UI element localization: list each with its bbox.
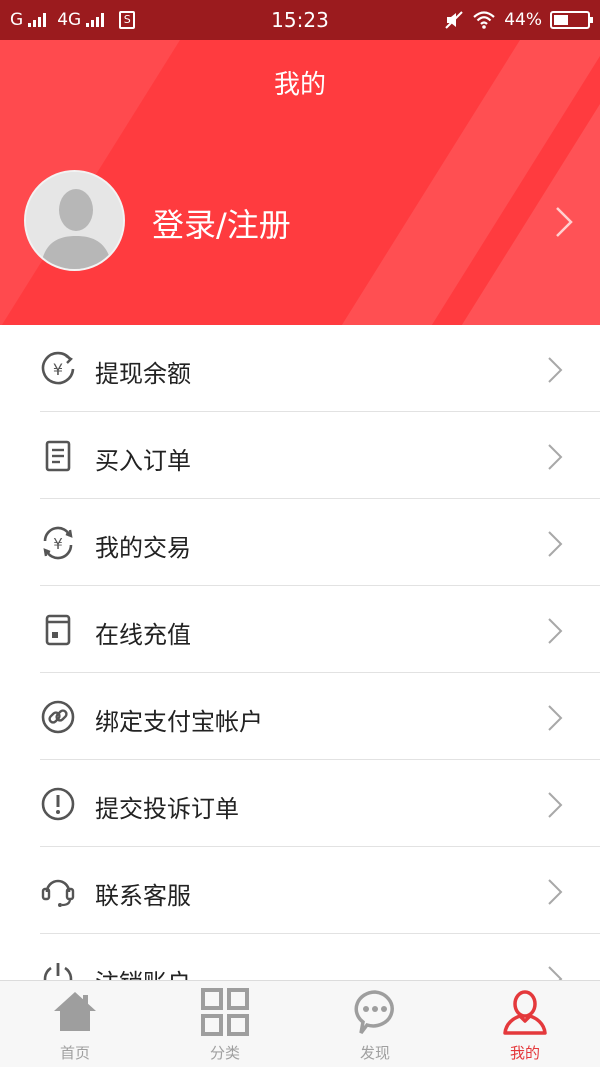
menu-item-label: 买入订单 <box>95 447 191 475</box>
menu-item-label: 绑定支付宝帐户 <box>95 708 263 736</box>
chevron-right-icon <box>548 357 563 383</box>
default-avatar-icon <box>26 172 123 269</box>
chat-bubble-icon <box>354 990 394 1035</box>
page-title: 我的 <box>273 70 326 100</box>
chevron-right-icon <box>548 531 563 557</box>
chevron-right-icon[interactable] <box>553 205 575 239</box>
tab-mine[interactable]: 我的 <box>450 981 600 1067</box>
profile-header: 我的 登录/注册 <box>0 40 600 325</box>
home-icon <box>54 992 96 1031</box>
menu-item-label: 联系客服 <box>95 882 191 910</box>
status-bar: G 4G S 15:23 44% <box>0 0 600 40</box>
chevron-right-icon <box>548 705 563 731</box>
tab-label: 首页 <box>59 1044 90 1062</box>
menu-item-label: 我的交易 <box>95 534 191 562</box>
withdraw-yuan-icon: ¥ <box>41 351 75 385</box>
menu-item-label: 在线充值 <box>95 621 191 649</box>
chevron-right-icon <box>548 618 563 644</box>
user-icon <box>503 990 547 1035</box>
menu-item-label: 提现余额 <box>95 360 191 388</box>
tab-label: 我的 <box>509 1044 540 1062</box>
headset-icon <box>41 879 75 907</box>
menu-item-my-trades[interactable]: ¥ 我的交易 <box>0 499 600 586</box>
bottom-tab-bar: 首页 分类 发现 我的 <box>0 980 600 1067</box>
grid-icon <box>201 988 249 1036</box>
menu-list: ¥ 提现余额 买入订单 ¥ 我的交易 在线充值 绑定支付宝帐户 提交投诉订单 联… <box>0 325 600 1021</box>
menu-item-contact-support[interactable]: 联系客服 <box>0 847 600 934</box>
battery-icon <box>550 11 593 29</box>
order-document-icon <box>45 440 71 472</box>
recharge-card-icon <box>45 614 71 646</box>
menu-item-buy-orders[interactable]: 买入订单 <box>0 412 600 499</box>
menu-item-bind-alipay[interactable]: 绑定支付宝帐户 <box>0 673 600 760</box>
exchange-yuan-icon: ¥ <box>43 526 73 560</box>
login-register-link[interactable]: 登录/注册 <box>152 200 291 246</box>
menu-item-withdraw-balance[interactable]: ¥ 提现余额 <box>0 325 600 412</box>
status-right: 44% <box>444 0 593 40</box>
tab-label: 分类 <box>209 1044 240 1062</box>
avatar[interactable] <box>24 170 125 271</box>
battery-level <box>554 15 568 25</box>
menu-item-submit-complaint[interactable]: 提交投诉订单 <box>0 760 600 847</box>
exclamation-icon <box>41 787 75 821</box>
tab-discover[interactable]: 发现 <box>300 981 450 1067</box>
chevron-right-icon <box>548 792 563 818</box>
wifi-icon <box>473 11 495 29</box>
tab-label: 发现 <box>359 1044 390 1062</box>
tab-home[interactable]: 首页 <box>0 981 150 1067</box>
mute-icon <box>445 11 463 29</box>
svg-text:¥: ¥ <box>53 360 63 379</box>
chevron-right-icon <box>548 879 563 905</box>
battery-percent: 44% <box>504 10 542 30</box>
link-icon <box>41 700 75 734</box>
svg-text:¥: ¥ <box>53 535 63 553</box>
chevron-right-icon <box>548 444 563 470</box>
tab-category[interactable]: 分类 <box>150 981 300 1067</box>
menu-item-label: 提交投诉订单 <box>95 795 239 823</box>
menu-item-online-recharge[interactable]: 在线充值 <box>0 586 600 673</box>
